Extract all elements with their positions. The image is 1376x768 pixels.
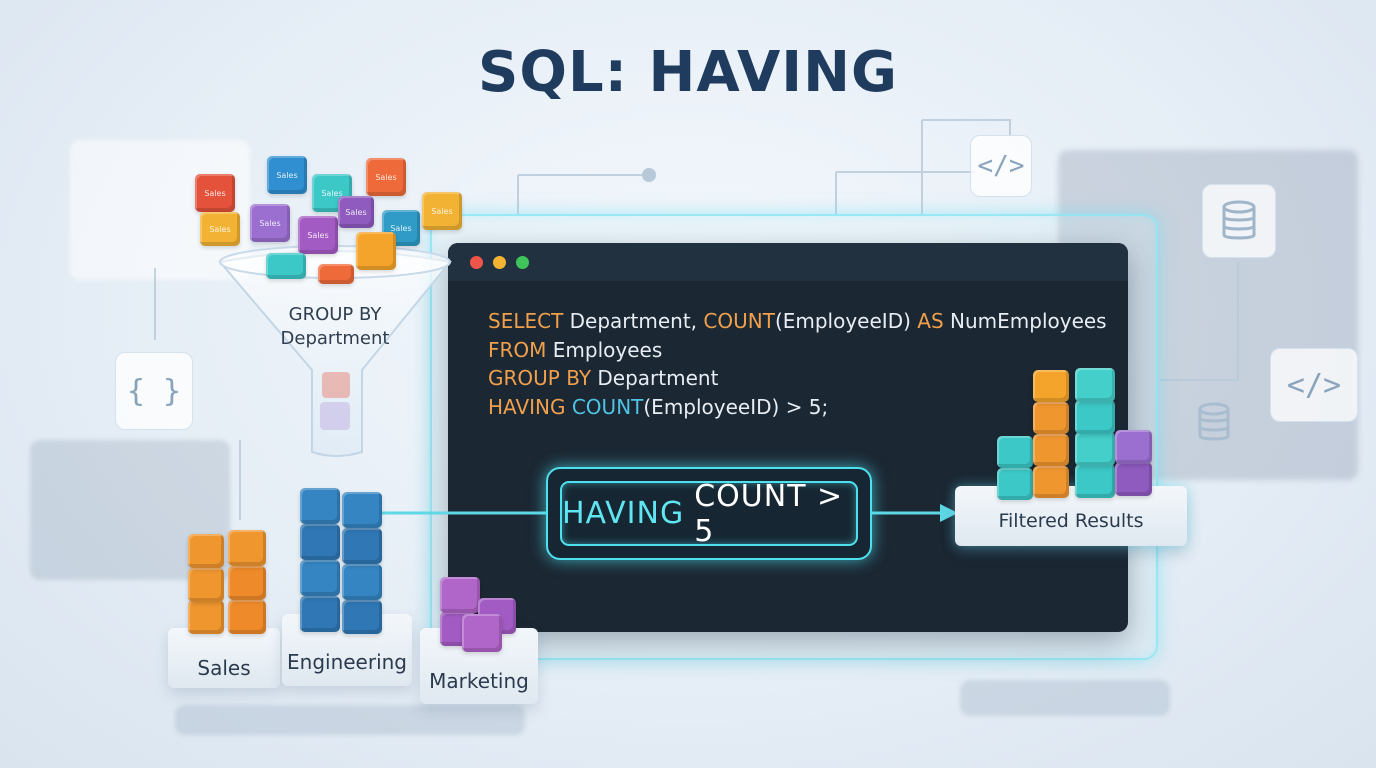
sales-cube bbox=[228, 566, 266, 600]
result-cube bbox=[1115, 462, 1152, 496]
marketing-cube bbox=[440, 577, 480, 613]
having-filter-box: HAVING COUNT > 5 bbox=[546, 467, 872, 560]
sales-platform: Sales bbox=[168, 628, 280, 688]
filtered-results-label: Filtered Results bbox=[998, 510, 1144, 532]
engineering-cube bbox=[300, 596, 340, 632]
result-cube bbox=[1075, 432, 1115, 466]
having-filter-inner: HAVING COUNT > 5 bbox=[560, 478, 858, 549]
result-cube bbox=[1075, 368, 1115, 402]
engineering-cube bbox=[300, 524, 340, 560]
sales-cube bbox=[188, 568, 224, 602]
engineering-label: Engineering bbox=[287, 650, 407, 674]
result-cube bbox=[1033, 402, 1069, 434]
sales-cube bbox=[228, 600, 266, 634]
engineering-cube bbox=[342, 528, 382, 564]
marketing-label: Marketing bbox=[429, 669, 529, 693]
result-cube bbox=[1033, 466, 1069, 498]
sales-cube bbox=[188, 600, 224, 634]
result-cube bbox=[1033, 370, 1069, 402]
having-keyword: HAVING bbox=[562, 496, 685, 531]
filtered-results-platform: Filtered Results bbox=[955, 486, 1187, 546]
engineering-cube bbox=[342, 564, 382, 600]
result-cube bbox=[1115, 430, 1152, 464]
result-cube bbox=[1075, 464, 1115, 498]
engineering-cube bbox=[300, 560, 340, 596]
having-condition: COUNT > 5 bbox=[694, 478, 844, 549]
result-cube bbox=[997, 468, 1033, 500]
engineering-cube bbox=[342, 600, 382, 634]
engineering-cube bbox=[342, 492, 382, 528]
sales-cube bbox=[188, 534, 224, 568]
result-cube bbox=[1075, 400, 1115, 434]
engineering-cube bbox=[300, 488, 340, 524]
sales-label: Sales bbox=[197, 656, 251, 680]
sales-cube bbox=[228, 530, 266, 566]
diagram-canvas: </> </> { } SQL: HAVING SELECT Departmen… bbox=[0, 0, 1376, 768]
result-cube bbox=[997, 436, 1033, 468]
result-cube bbox=[1033, 434, 1069, 466]
marketing-cube bbox=[462, 614, 502, 652]
